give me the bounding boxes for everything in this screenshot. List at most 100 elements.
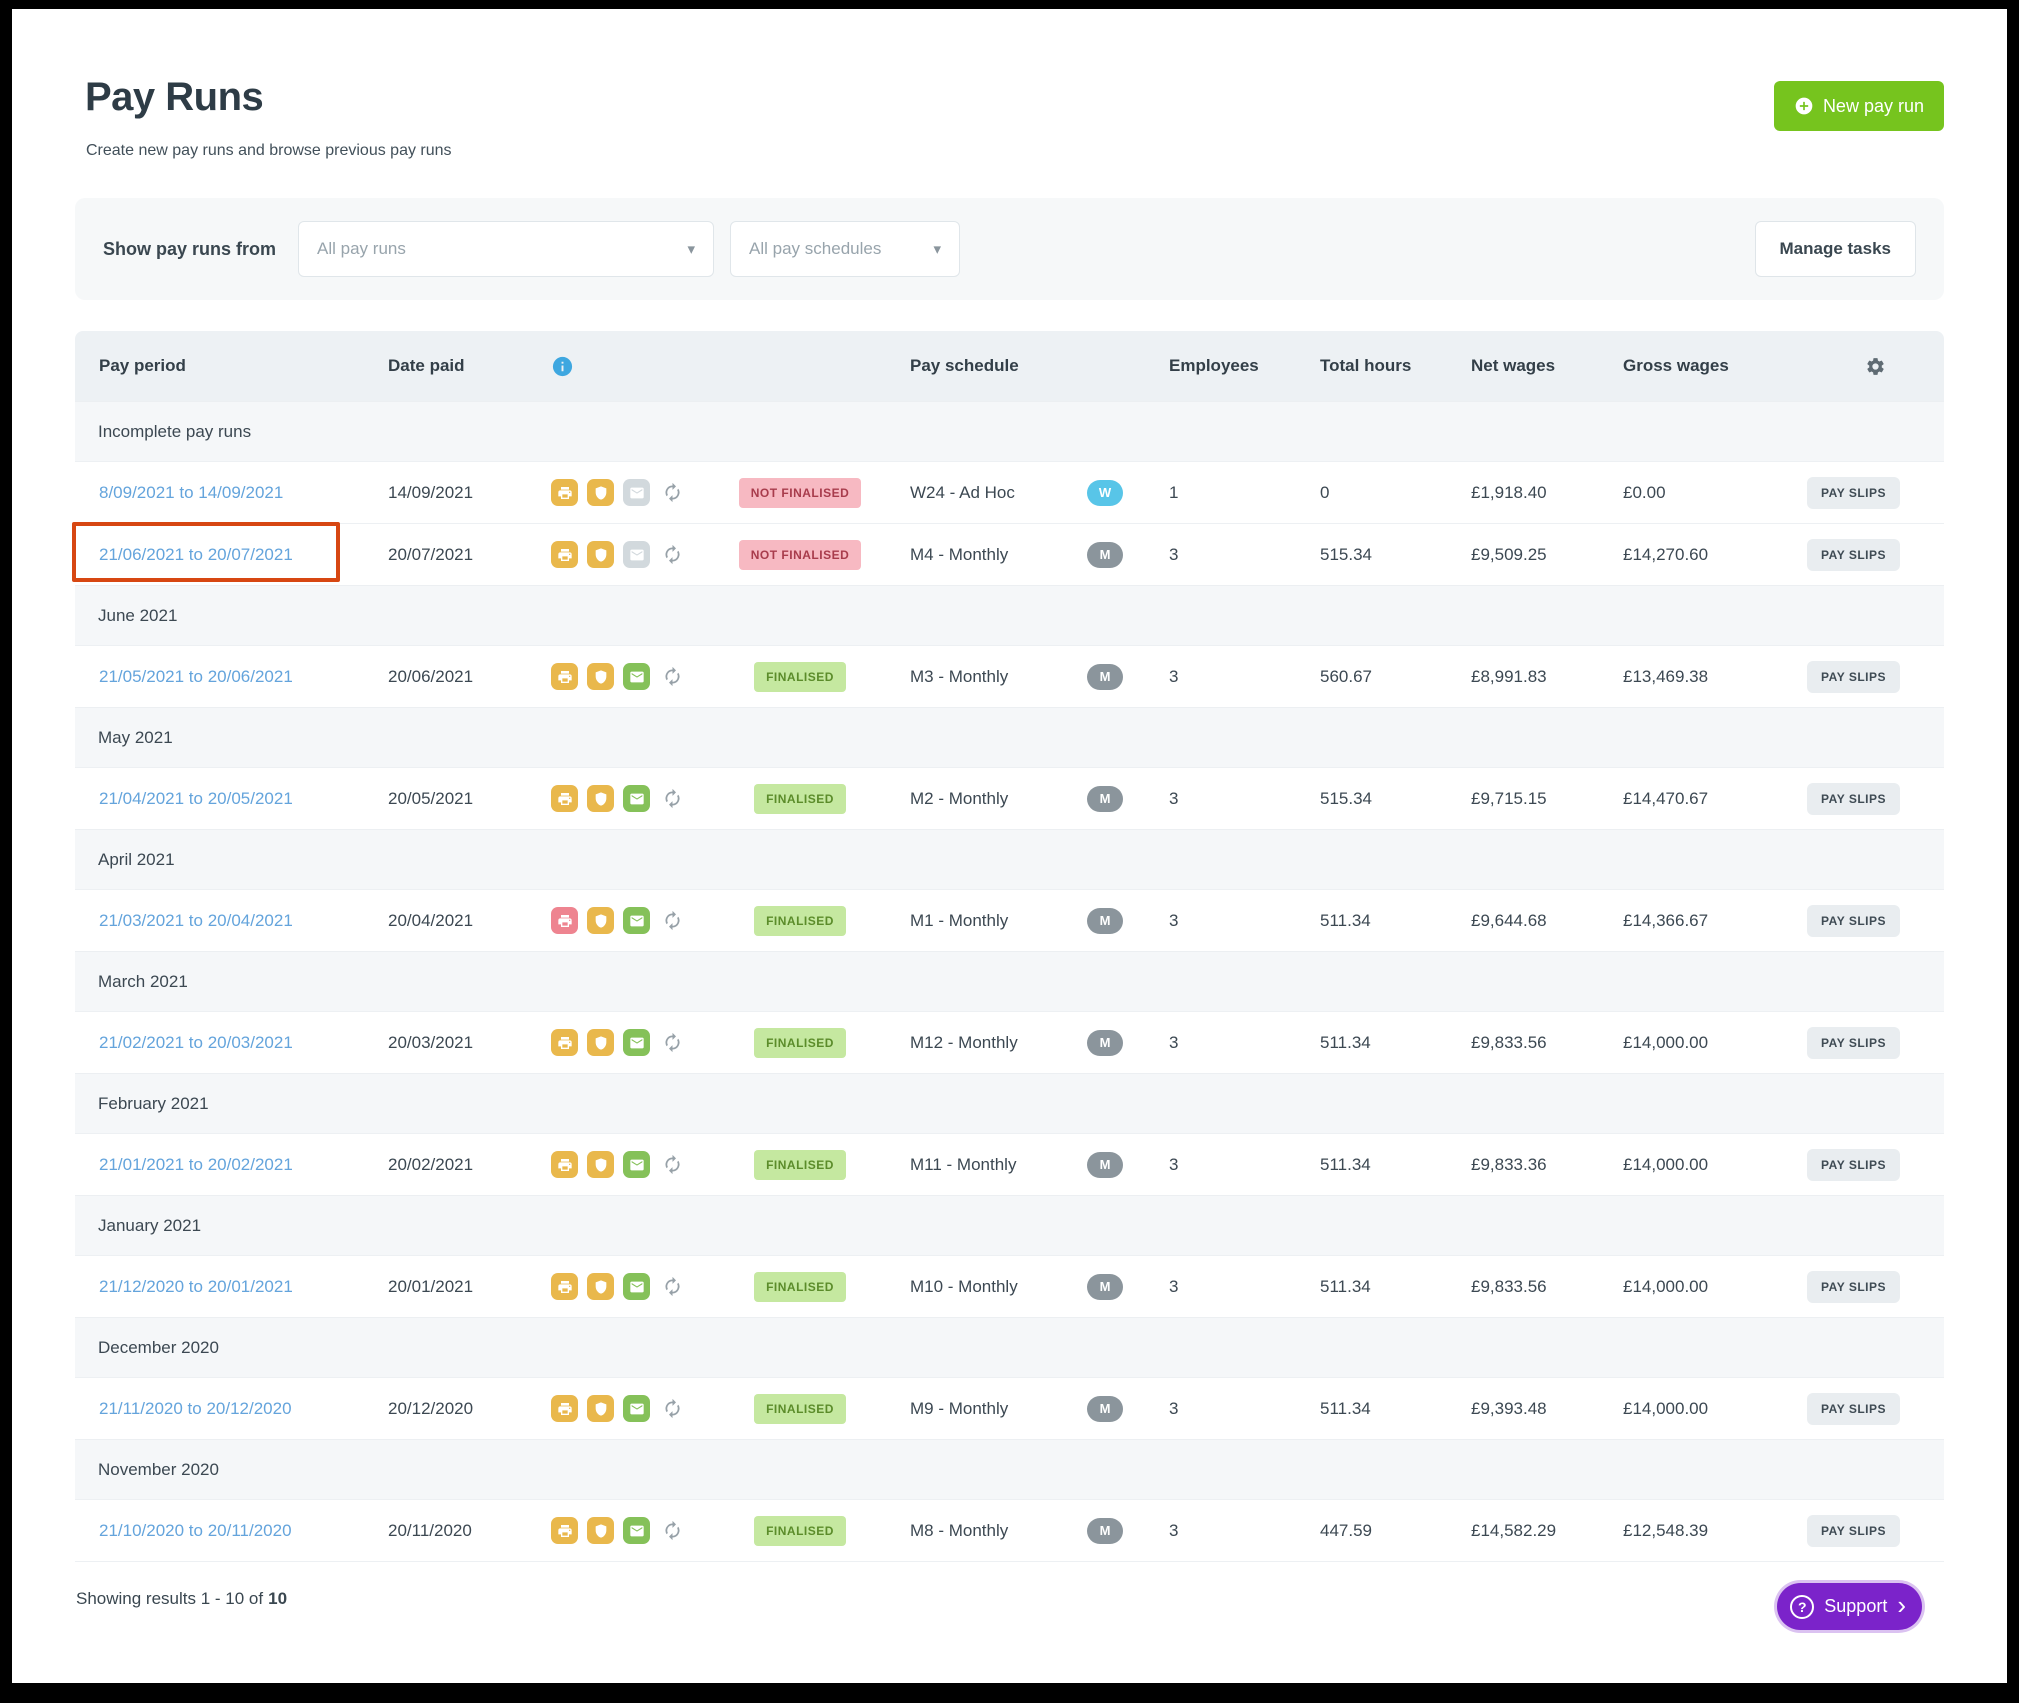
chevron-down-icon: ▾ (688, 240, 696, 258)
new-pay-run-label: New pay run (1823, 96, 1924, 117)
filter-bar: Show pay runs from All pay runs ▾ All pa… (75, 198, 1944, 300)
pay-slips-button[interactable]: PAY SLIPS (1807, 783, 1900, 815)
sync-icon (659, 1151, 686, 1178)
pay-schedule-cell: M4 - Monthly (910, 545, 1080, 565)
pay-slips-button[interactable]: PAY SLIPS (1807, 539, 1900, 571)
journal-icon (551, 907, 578, 934)
pay-schedule-cell: W24 - Ad Hoc (910, 483, 1080, 503)
pay-schedule-cell: M1 - Monthly (910, 911, 1080, 931)
schedule-type-badge: M (1087, 1518, 1123, 1544)
status-badge: FINALISED (754, 1150, 846, 1180)
sync-icon (659, 1273, 686, 1300)
pay-period-link[interactable]: 21/11/2020 to 20/12/2020 (99, 1399, 292, 1418)
gear-icon[interactable] (1865, 356, 1886, 377)
screenshot-frame: Pay Runs Create new pay runs and browse … (0, 0, 2019, 1703)
pay-schedule-cell: M3 - Monthly (910, 667, 1080, 687)
email-icon (623, 1517, 650, 1544)
support-button[interactable]: ? Support › (1777, 1583, 1922, 1630)
page-title: Pay Runs (85, 75, 452, 120)
table-row: 21/11/2020 to 20/12/2020 20/12/2020 FINA… (75, 1377, 1944, 1439)
employees-cell: 3 (1155, 545, 1305, 565)
section-header-row: June 2021 (75, 585, 1944, 645)
employees-cell: 3 (1155, 789, 1305, 809)
pay-period-link[interactable]: 21/10/2020 to 20/11/2020 (99, 1521, 292, 1540)
pay-period-link[interactable]: 21/01/2021 to 20/02/2021 (99, 1155, 293, 1174)
section-header-row: January 2021 (75, 1195, 1944, 1255)
pay-period-link[interactable]: 21/05/2021 to 20/06/2021 (99, 667, 293, 686)
col-date-paid: Date paid (388, 356, 551, 376)
status-badge: FINALISED (754, 784, 846, 814)
pay-schedules-select[interactable]: All pay schedules ▾ (730, 221, 960, 277)
status-badge: FINALISED (754, 1028, 846, 1058)
total-hours-cell: 511.34 (1305, 1399, 1455, 1419)
pay-slips-button[interactable]: PAY SLIPS (1807, 1149, 1900, 1181)
email-icon (623, 785, 650, 812)
sync-icon (659, 1517, 686, 1544)
pay-schedule-cell: M11 - Monthly (910, 1155, 1080, 1175)
date-paid-cell: 20/07/2021 (388, 545, 551, 565)
net-wages-cell: £8,991.83 (1455, 667, 1607, 687)
pay-period-link[interactable]: 21/04/2021 to 20/05/2021 (99, 789, 293, 808)
date-paid-cell: 20/01/2021 (388, 1277, 551, 1297)
employees-cell: 1 (1155, 483, 1305, 503)
net-wages-cell: £9,833.56 (1455, 1033, 1607, 1053)
schedule-type-badge: M (1087, 1030, 1123, 1056)
net-wages-cell: £1,918.40 (1455, 483, 1607, 503)
schedule-type-badge: M (1087, 1396, 1123, 1422)
manage-tasks-button[interactable]: Manage tasks (1755, 221, 1917, 277)
section-header-row: February 2021 (75, 1073, 1944, 1133)
gross-wages-cell: £12,548.39 (1607, 1521, 1777, 1541)
pay-period-link[interactable]: 21/03/2021 to 20/04/2021 (99, 911, 293, 930)
schedule-type-badge: M (1087, 542, 1123, 568)
new-pay-run-button[interactable]: New pay run (1774, 81, 1944, 131)
col-employees: Employees (1155, 356, 1305, 376)
pay-runs-select[interactable]: All pay runs ▾ (298, 221, 714, 277)
table-row: 21/12/2020 to 20/01/2021 20/01/2021 FINA… (75, 1255, 1944, 1317)
date-paid-cell: 14/09/2021 (388, 483, 551, 503)
date-paid-cell: 20/05/2021 (388, 789, 551, 809)
pay-period-link[interactable]: 21/12/2020 to 20/01/2021 (99, 1277, 293, 1296)
pay-slips-button[interactable]: PAY SLIPS (1807, 905, 1900, 937)
pay-slips-button[interactable]: PAY SLIPS (1807, 1027, 1900, 1059)
email-icon (623, 907, 650, 934)
date-paid-cell: 20/12/2020 (388, 1399, 551, 1419)
filter-label: Show pay runs from (103, 239, 276, 260)
chevron-right-icon: › (1897, 1592, 1906, 1618)
pay-slips-button[interactable]: PAY SLIPS (1807, 661, 1900, 693)
shield-icon (587, 1273, 614, 1300)
pay-slips-button[interactable]: PAY SLIPS (1807, 1515, 1900, 1547)
shield-icon (587, 541, 614, 568)
plus-circle-icon (1794, 96, 1814, 116)
total-hours-cell: 511.34 (1305, 1033, 1455, 1053)
net-wages-cell: £9,644.68 (1455, 911, 1607, 931)
net-wages-cell: £9,393.48 (1455, 1399, 1607, 1419)
journal-icon (551, 663, 578, 690)
table-row: 21/02/2021 to 20/03/2021 20/03/2021 FINA… (75, 1011, 1944, 1073)
employees-cell: 3 (1155, 1277, 1305, 1297)
results-total: 10 (268, 1589, 287, 1608)
schedule-type-badge: W (1087, 480, 1123, 506)
pay-slips-button[interactable]: PAY SLIPS (1807, 477, 1900, 509)
pay-period-link[interactable]: 21/06/2021 to 20/07/2021 (99, 545, 293, 564)
status-badge: FINALISED (754, 1394, 846, 1424)
col-net-wages: Net wages (1455, 356, 1607, 376)
pay-runs-page: Pay Runs Create new pay runs and browse … (12, 9, 2007, 1683)
shield-icon (587, 663, 614, 690)
journal-icon (551, 1395, 578, 1422)
gross-wages-cell: £14,366.67 (1607, 911, 1777, 931)
net-wages-cell: £9,509.25 (1455, 545, 1607, 565)
section-header-row: March 2021 (75, 951, 1944, 1011)
journal-icon (551, 1273, 578, 1300)
employees-cell: 3 (1155, 1399, 1305, 1419)
pay-slips-button[interactable]: PAY SLIPS (1807, 1271, 1900, 1303)
pay-period-link[interactable]: 21/02/2021 to 20/03/2021 (99, 1033, 293, 1052)
question-icon: ? (1790, 1595, 1814, 1619)
journal-icon (551, 1029, 578, 1056)
gross-wages-cell: £14,270.60 (1607, 545, 1777, 565)
net-wages-cell: £14,582.29 (1455, 1521, 1607, 1541)
email-icon (623, 1395, 650, 1422)
pay-slips-button[interactable]: PAY SLIPS (1807, 1393, 1900, 1425)
info-icon[interactable] (551, 355, 574, 378)
pay-period-link[interactable]: 8/09/2021 to 14/09/2021 (99, 483, 283, 502)
pay-schedules-select-value: All pay schedules (749, 239, 881, 259)
